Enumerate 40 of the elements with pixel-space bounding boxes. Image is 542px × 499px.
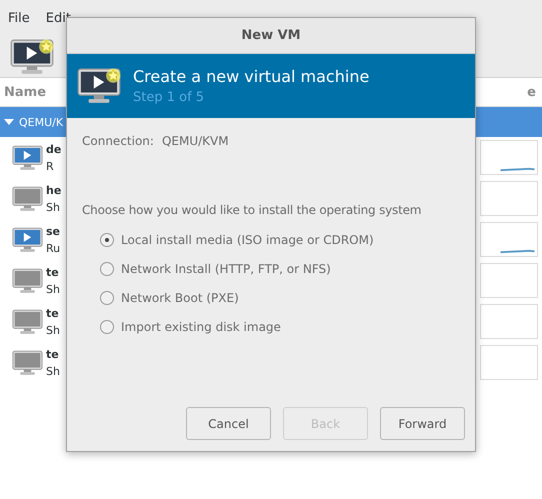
radio-button[interactable]	[100, 232, 114, 246]
vm-status: R	[46, 158, 55, 174]
radio-button[interactable]	[100, 262, 114, 276]
expander-icon[interactable]	[4, 118, 14, 126]
option-label[interactable]: Network Install (HTTP, FTP, or NFS)	[121, 262, 331, 276]
vm-name: te	[46, 264, 60, 280]
vm-status: Sh	[46, 322, 60, 338]
vm-status: Ru	[46, 240, 60, 256]
vm-status: Sh	[46, 282, 60, 298]
option-label[interactable]: Import existing disk image	[121, 320, 281, 334]
dialog-title: New VM	[67, 18, 475, 54]
vm-status: Sh	[46, 364, 60, 380]
banner-title: Create a new virtual machine	[133, 67, 370, 86]
stopped-vm-icon	[12, 308, 43, 334]
prompt-text: Choose how you would like to install the operating system	[82, 203, 422, 217]
option-label[interactable]: Network Boot (PXE)	[121, 290, 239, 304]
stopped-vm-icon	[12, 350, 43, 376]
radio-button[interactable]	[100, 320, 114, 334]
running-vm-icon	[12, 226, 43, 252]
vm-name: de	[46, 142, 62, 158]
column-header[interactable]: Name	[4, 84, 46, 100]
dialog-button[interactable]: Forward	[380, 407, 465, 440]
stopped-vm-icon	[12, 186, 43, 212]
vm-name: te	[46, 306, 60, 322]
connection-value: QEMU/KVM	[162, 134, 229, 148]
vm-name: se	[46, 224, 60, 240]
vm-name: te	[46, 346, 60, 362]
column-header[interactable]: e	[527, 84, 536, 100]
group-label: QEMU/K	[19, 116, 64, 128]
menu-item[interactable]: File	[8, 10, 30, 26]
running-vm-icon	[12, 144, 43, 170]
option-label[interactable]: Local install media (ISO image or CDROM)	[121, 232, 374, 246]
vm-status: Sh	[46, 200, 61, 216]
vm-name: he	[46, 182, 62, 198]
step-label: Step 1 of 5	[133, 90, 206, 105]
connection-label: Connection:	[82, 134, 154, 148]
new-vm-icon	[77, 67, 121, 105]
stopped-vm-icon	[12, 268, 43, 294]
dialog-button[interactable]: Cancel	[186, 407, 271, 440]
radio-button[interactable]	[100, 290, 114, 304]
